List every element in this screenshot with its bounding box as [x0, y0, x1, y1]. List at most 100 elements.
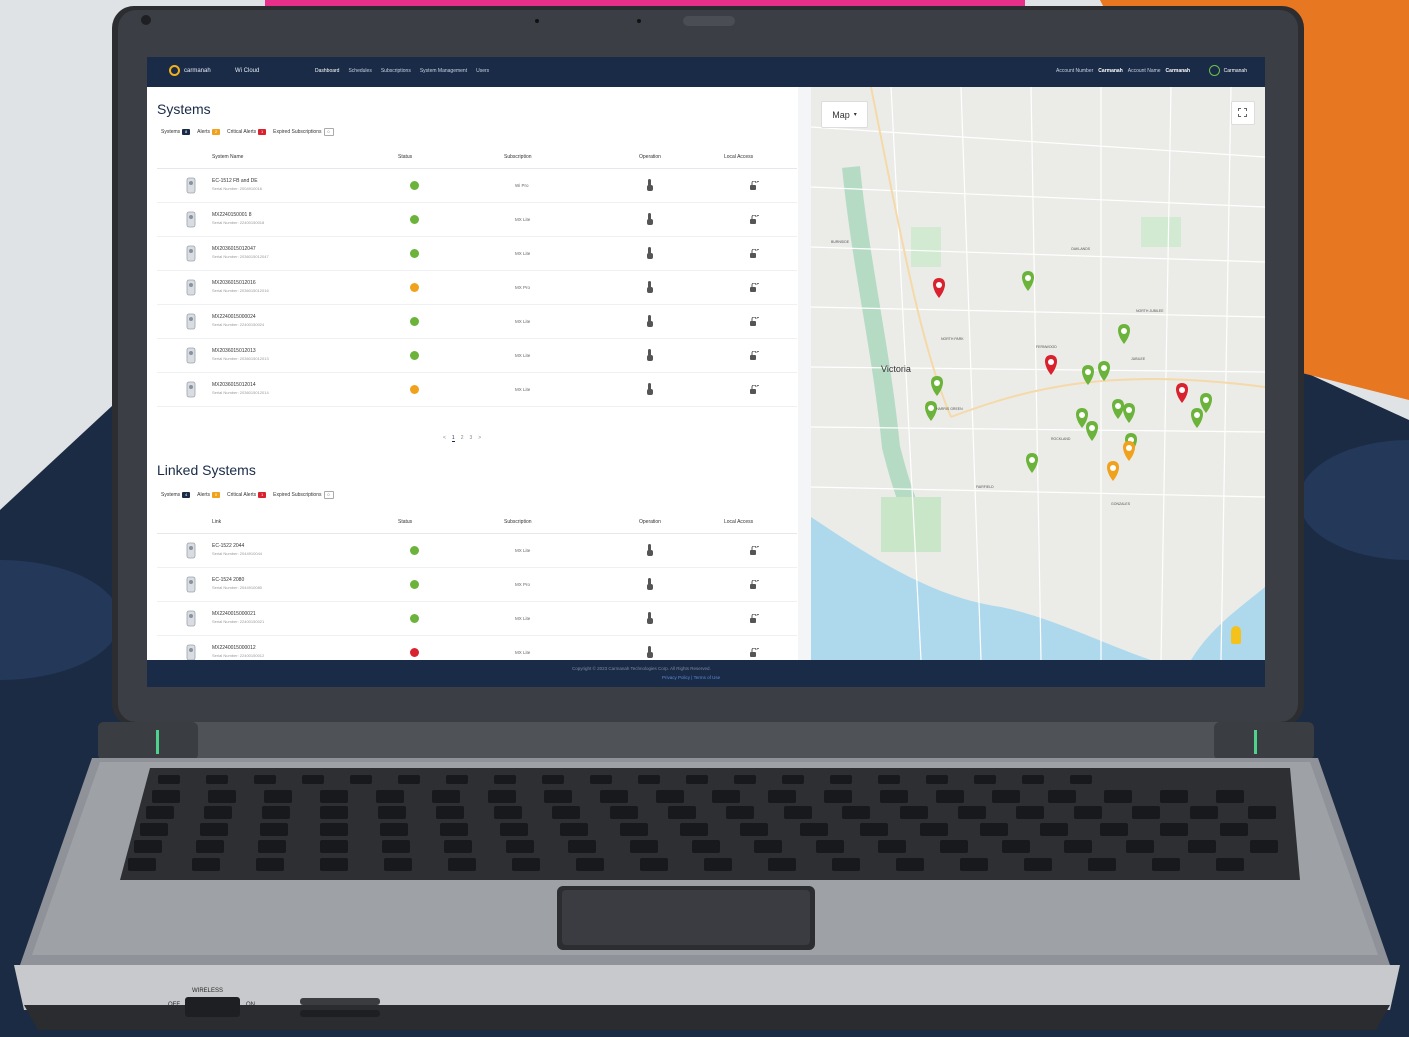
operation-icon[interactable]: [646, 179, 654, 191]
system-name[interactable]: MX2240150001 8: [212, 212, 251, 218]
operation-icon[interactable]: [646, 281, 654, 293]
nav-users[interactable]: Users: [476, 68, 489, 74]
page-3[interactable]: 3: [469, 435, 472, 442]
table-row[interactable]: MX2036015012013 Serial Number: 2036015012…: [157, 339, 797, 373]
table-row[interactable]: MX2240150001 8 Serial Number: 22400150018…: [157, 203, 797, 237]
nav-dashboard[interactable]: Dashboard: [315, 68, 339, 74]
footer: Copyright © 2023 Carmanah Technologies C…: [147, 660, 1265, 687]
local-access-icon[interactable]: [749, 546, 759, 555]
local-access-icon[interactable]: [749, 385, 759, 394]
system-name[interactable]: MX2240015000021: [212, 611, 256, 617]
local-access-icon[interactable]: [749, 249, 759, 258]
chip-critical-alerts[interactable]: Critical Alerts 1: [227, 129, 267, 135]
map-canvas[interactable]: [811, 87, 1265, 660]
local-access-icon[interactable]: [749, 648, 759, 657]
operation-icon[interactable]: [646, 247, 654, 259]
chip-linked-expired[interactable]: Expired Subscriptions 0: [273, 491, 334, 499]
system-name[interactable]: MX2036015012013: [212, 348, 256, 354]
chip-linked-systems[interactable]: Systems 4: [161, 492, 191, 498]
nav-system-management[interactable]: System Management: [420, 68, 467, 74]
operation-icon[interactable]: [646, 612, 654, 624]
pegman-icon[interactable]: [1231, 626, 1241, 644]
keyboard-key: [878, 775, 900, 784]
col-subscription[interactable]: Subscription: [504, 154, 532, 160]
system-name[interactable]: EC-1522 2044: [212, 543, 244, 549]
operation-icon[interactable]: [646, 578, 654, 590]
brand-logo[interactable]: carmanah: [169, 65, 211, 76]
user-name: Carmanah: [1223, 67, 1247, 74]
table-row[interactable]: MX2036015012047 Serial Number: 2036015012…: [157, 237, 797, 271]
page-1[interactable]: 1: [451, 435, 455, 442]
local-access-icon[interactable]: [749, 283, 759, 292]
local-access-icon[interactable]: [749, 181, 759, 190]
table-row[interactable]: EC-1512 FB and DE Serial Number: 20049100…: [157, 169, 797, 203]
col-status[interactable]: Status: [398, 154, 412, 160]
table-row[interactable]: MX2036015012016 Serial Number: 2036015012…: [157, 271, 797, 305]
map-panel[interactable]: Map ▾ Victoria BURNSIDE OAKLANDS NORTH P…: [811, 87, 1265, 660]
chip-count: 2: [211, 129, 220, 135]
system-name[interactable]: MX2240015000012: [212, 645, 256, 651]
nav-schedules[interactable]: Schedules: [348, 68, 371, 74]
system-name[interactable]: MX2036015012014: [212, 382, 256, 388]
device-thumbnail-icon: [186, 381, 196, 398]
keyboard-key: [200, 823, 228, 836]
page-next[interactable]: >: [478, 435, 481, 442]
main-nav: Dashboard Schedules Subscriptions System…: [315, 68, 489, 74]
chip-linked-alerts[interactable]: Alerts 0: [197, 492, 220, 498]
system-name[interactable]: EC-1524 2080: [212, 577, 244, 583]
operation-icon[interactable]: [646, 315, 654, 327]
table-row[interactable]: MX2240015000024 Serial Number: 2240015002…: [157, 305, 797, 339]
keyboard-key: [152, 790, 180, 803]
col-local-access[interactable]: Local Access: [724, 519, 753, 525]
local-access-icon[interactable]: [749, 580, 759, 589]
table-row[interactable]: MX2240015000021 Serial Number: 2240015002…: [157, 602, 797, 636]
area-label: NORTH PARK: [941, 337, 964, 341]
operation-icon[interactable]: [646, 383, 654, 395]
chip-systems[interactable]: Systems 8: [161, 129, 191, 135]
table-row[interactable]: MX2240015000012 Serial Number: 2240015001…: [157, 636, 797, 660]
systems-title: Systems: [157, 101, 211, 117]
serial-number: Serial Number: 2036015012016: [212, 288, 269, 293]
local-access-icon[interactable]: [749, 351, 759, 360]
col-operation[interactable]: Operation: [639, 519, 661, 525]
system-name[interactable]: MX2240015000024: [212, 314, 256, 320]
keyboard-key: [544, 790, 572, 803]
keyboard-key: [1100, 823, 1128, 836]
subscription-value: MX Lite: [515, 217, 531, 222]
map-type-button[interactable]: Map ▾: [821, 101, 868, 128]
table-row[interactable]: EC-1522 2044 Serial Number: 2044910044 MX …: [157, 534, 797, 568]
user-menu[interactable]: Carmanah: [1208, 65, 1247, 76]
fullscreen-button[interactable]: [1231, 101, 1255, 125]
keyboard-key: [494, 775, 516, 784]
page-2[interactable]: 2: [461, 435, 464, 442]
system-name[interactable]: MX2036015012016: [212, 280, 256, 286]
col-operation[interactable]: Operation: [639, 154, 661, 160]
system-name[interactable]: EC-1512 FB and DE: [212, 178, 258, 184]
chip-linked-critical[interactable]: Critical Alerts 1: [227, 492, 267, 498]
keyboard-key: [754, 840, 782, 853]
local-access-icon[interactable]: [749, 614, 759, 623]
col-system-name[interactable]: System Name: [212, 154, 243, 160]
local-access-icon[interactable]: [749, 215, 759, 224]
nav-subscriptions[interactable]: Subscriptions: [381, 68, 411, 74]
local-access-icon[interactable]: [749, 317, 759, 326]
col-local-access[interactable]: Local Access: [724, 154, 753, 160]
operation-icon[interactable]: [646, 544, 654, 556]
chip-alerts[interactable]: Alerts 2: [197, 129, 220, 135]
keyboard-key: [878, 840, 906, 853]
col-subscription[interactable]: Subscription: [504, 519, 532, 525]
system-name[interactable]: MX2036015012047: [212, 246, 256, 252]
operation-icon[interactable]: [646, 646, 654, 658]
page-prev[interactable]: <: [443, 435, 446, 442]
keyboard-key: [816, 840, 844, 853]
table-row[interactable]: EC-1524 2080 Serial Number: 2044910080 MX …: [157, 568, 797, 602]
operation-icon[interactable]: [646, 213, 654, 225]
chip-expired-subscriptions[interactable]: Expired Subscriptions 0: [273, 128, 334, 136]
operation-icon[interactable]: [646, 349, 654, 361]
keyboard-key: [630, 840, 658, 853]
table-row[interactable]: MX2036015012014 Serial Number: 2036015012…: [157, 373, 797, 407]
col-status[interactable]: Status: [398, 519, 412, 525]
account-name-value[interactable]: Carmanah: [1166, 68, 1190, 74]
footer-links[interactable]: Privacy Policy | Terms of Use: [662, 675, 720, 680]
col-link[interactable]: Link: [212, 519, 221, 525]
